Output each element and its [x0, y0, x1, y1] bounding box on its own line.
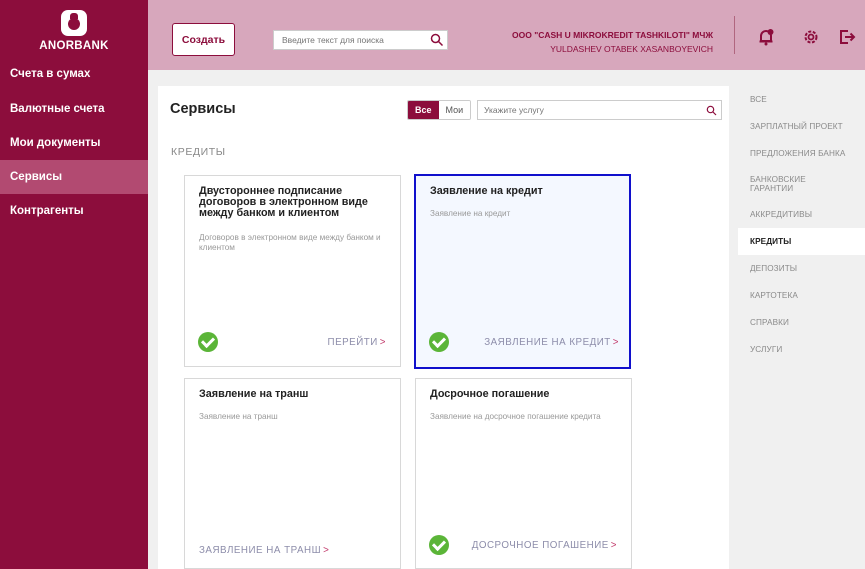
card-description: Заявление на транш — [199, 412, 278, 421]
card-description: Заявление на досрочное погашение кредита — [430, 412, 601, 421]
sidebar-item-currency-accounts[interactable]: Валютные счета — [0, 92, 148, 126]
filter-mine-button[interactable]: Мои — [438, 101, 471, 119]
company-name: OOO "CASH U MIKROKREDIT TASHKILOTI" МЧЖ — [512, 30, 713, 40]
service-search — [477, 100, 722, 120]
card-action-label: ПЕРЕЙТИ — [327, 337, 378, 348]
card-title: Двустороннее подписание договоров в элек… — [199, 185, 368, 219]
service-card-tranche-application[interactable]: Заявление на транш Заявление на транш ЗА… — [184, 378, 401, 569]
search-icon[interactable] — [706, 105, 717, 116]
service-card-credit-application[interactable]: Заявление на кредит Заявление на кредит … — [414, 174, 631, 369]
card-title: Заявление на кредит — [430, 185, 543, 197]
card-action-label: ДОСРОЧНОЕ ПОГАШЕНИЕ — [471, 540, 609, 551]
create-button[interactable]: Создать — [172, 23, 235, 56]
card-description: Заявление на кредит — [430, 209, 511, 218]
anorbank-logo-icon — [61, 10, 87, 36]
settings-gear-icon[interactable] — [802, 28, 820, 46]
card-action-label: ЗАЯВЛЕНИЕ НА КРЕДИТ — [484, 337, 611, 348]
notification-bell-icon[interactable] — [757, 28, 775, 46]
sidebar-menu: Счета в сумах Валютные счета Мои докумен… — [0, 68, 148, 228]
checkmark-icon — [429, 332, 449, 352]
card-action-link[interactable]: ЗАЯВЛЕНИЕ НА КРЕДИТ > — [484, 337, 619, 348]
logout-icon[interactable] — [838, 28, 856, 46]
sidebar-item-my-documents[interactable]: Мои документы — [0, 126, 148, 160]
sidebar-item-services[interactable]: Сервисы — [0, 160, 148, 194]
chevron-right-icon: > — [379, 337, 386, 348]
global-search — [273, 30, 448, 50]
chevron-right-icon: > — [323, 545, 330, 556]
chevron-right-icon: > — [610, 540, 617, 551]
service-card-bilateral-signing[interactable]: Двустороннее подписание договоров в элек… — [184, 175, 401, 367]
card-description: Договоров в электронном виде между банко… — [199, 233, 381, 252]
chevron-right-icon: > — [612, 337, 619, 348]
card-title: Досрочное погашение — [430, 388, 550, 400]
services-filter-toggle: Все Мои — [407, 100, 472, 120]
header-divider — [734, 16, 735, 54]
category-credits[interactable]: КРЕДИТЫ — [738, 228, 865, 255]
service-search-input[interactable] — [478, 101, 698, 119]
category-list: ВСЕ ЗАРПЛАТНЫЙ ПРОЕКТ ПРЕДЛОЖЕНИЯ БАНКА … — [738, 86, 865, 363]
service-card-early-repayment[interactable]: Досрочное погашение Заявление на досрочн… — [415, 378, 632, 569]
sidebar-item-sum-accounts[interactable]: Счета в сумах — [0, 68, 148, 92]
card-action-label: ЗАЯВЛЕНИЕ НА ТРАНШ — [199, 545, 322, 556]
category-all[interactable]: ВСЕ — [738, 86, 865, 113]
sidebar-item-counterparties[interactable]: Контрагенты — [0, 194, 148, 228]
sidebar: ANORBANK Счета в сумах Валютные счета Мо… — [0, 0, 148, 569]
services-panel: Сервисы Все Мои КРЕДИТЫ Двустороннее под… — [158, 86, 729, 569]
category-services[interactable]: УСЛУГИ — [738, 336, 865, 363]
company-info: OOO "CASH U MIKROKREDIT TASHKILOTI" МЧЖ … — [512, 28, 713, 56]
logo-text: ANORBANK — [39, 40, 109, 52]
card-action-link[interactable]: ЗАЯВЛЕНИЕ НА ТРАНШ > — [199, 545, 329, 556]
user-name: YULDASHEV OTABEK XASANBOYEVICH — [550, 44, 713, 54]
page-title: Сервисы — [170, 101, 236, 117]
header: Создать OOO "CASH U MIKROKREDIT TASHKILO… — [148, 0, 865, 70]
logo[interactable]: ANORBANK — [0, 0, 148, 70]
category-bank-offers[interactable]: ПРЕДЛОЖЕНИЯ БАНКА — [738, 140, 865, 167]
section-heading: КРЕДИТЫ — [171, 146, 226, 158]
global-search-input[interactable] — [274, 31, 426, 49]
category-deposits[interactable]: ДЕПОЗИТЫ — [738, 255, 865, 282]
card-action-link[interactable]: ПЕРЕЙТИ > — [328, 337, 386, 348]
category-letters-of-credit[interactable]: АККРЕДИТИВЫ — [738, 201, 865, 228]
filter-all-button[interactable]: Все — [408, 101, 439, 119]
category-bank-guarantees[interactable]: БАНКОВСКИЕ ГАРАНТИИ — [738, 167, 828, 201]
checkmark-icon — [429, 535, 449, 555]
search-icon[interactable] — [430, 33, 444, 47]
category-salary-project[interactable]: ЗАРПЛАТНЫЙ ПРОЕКТ — [738, 113, 865, 140]
card-action-link[interactable]: ДОСРОЧНОЕ ПОГАШЕНИЕ > — [472, 540, 617, 551]
card-title: Заявление на транш — [199, 388, 309, 400]
checkmark-icon — [198, 332, 218, 352]
category-card-file[interactable]: КАРТОТЕКА — [738, 282, 865, 309]
category-certificates[interactable]: СПРАВКИ — [738, 309, 865, 336]
